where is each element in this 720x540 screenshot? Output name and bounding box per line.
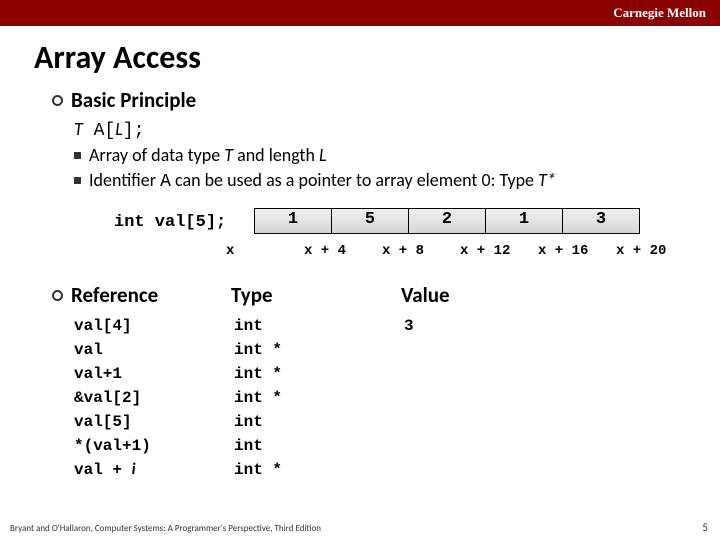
sub-bullet: Array of data type T and length L <box>74 143 676 167</box>
array-cell: 1 <box>254 208 332 234</box>
slide-content: Basic Principle T A[L]; Array of data ty… <box>0 87 720 482</box>
t: Array of data type <box>89 144 224 166</box>
col-value: 3 <box>404 314 524 482</box>
array-decl: int val[5]; <box>114 212 226 235</box>
t: val + <box>74 461 132 479</box>
column-heads: Reference Type Value <box>71 282 676 310</box>
em: L <box>319 144 327 166</box>
col-head-reference: Reference <box>71 282 231 308</box>
ref-cell: val[4] <box>74 314 234 338</box>
type-cell: int <box>234 434 404 458</box>
section-reference: Reference Type Value <box>52 282 676 310</box>
top-banner: Carnegie Mellon <box>0 0 720 26</box>
col-reference: val[4] val val+1 &val[2] val[5] *(val+1)… <box>74 314 234 482</box>
col-head-type: Type <box>231 282 401 308</box>
principle-block: T A[L]; Array of data type T and length … <box>52 117 676 274</box>
square-bullet-icon <box>74 152 81 159</box>
reference-table: val[4] val val+1 &val[2] val[5] *(val+1)… <box>52 314 676 482</box>
t: and length <box>233 144 319 166</box>
ring-bullet-icon <box>52 95 63 106</box>
reference-section: Reference Type Value val[4] val val+1 &v… <box>52 282 676 482</box>
ital-i: i <box>132 460 136 479</box>
t: can be used as a pointer to array elemen… <box>171 169 538 191</box>
square-bullet-icon <box>74 177 81 184</box>
em: T <box>224 144 233 166</box>
ref-cell: val + i <box>74 458 234 482</box>
col-head-value: Value <box>401 282 521 308</box>
ref-cell: val <box>74 338 234 362</box>
page-number: 5 <box>702 521 708 534</box>
value-cell: 3 <box>404 314 524 338</box>
type-cell: int * <box>234 362 404 386</box>
t: Identifier <box>89 169 160 191</box>
array-cell: 5 <box>331 208 409 234</box>
type-cell: int * <box>234 458 404 482</box>
section-basic-principle: Basic Principle <box>52 87 676 113</box>
footer-credit: Bryant and O'Hallaron, Computer Systems:… <box>10 523 321 534</box>
ref-cell: val[5] <box>74 410 234 434</box>
ref-cell: *(val+1) <box>74 434 234 458</box>
decl-T: T <box>74 118 83 140</box>
addr: x <box>226 242 304 261</box>
ref-cell: val+1 <box>74 362 234 386</box>
addr: x + 12 <box>460 242 538 261</box>
section-heading: Basic Principle <box>71 87 196 113</box>
addr: x + 4 <box>304 242 382 261</box>
addr: x + 16 <box>538 242 616 261</box>
array-figure: int val[5]; 1 5 2 1 3 x x + 4 x + 8 x + … <box>114 208 674 274</box>
sub-bullet-text: Identifier A can be used as a pointer to… <box>89 168 556 194</box>
array-cells: 1 5 2 1 3 <box>254 208 640 234</box>
em: T* <box>538 169 556 191</box>
slide-title: Array Access <box>0 26 720 87</box>
type-cell: int * <box>234 386 404 410</box>
brand-text: Carnegie Mellon <box>613 5 706 21</box>
type-cell: int <box>234 314 404 338</box>
code: A <box>160 172 171 192</box>
array-cell: 3 <box>562 208 640 234</box>
sub-bullet: Identifier A can be used as a pointer to… <box>74 168 676 194</box>
decl-A: A[ <box>83 121 115 141</box>
address-row: x x + 4 x + 8 x + 12 x + 16 x + 20 <box>226 242 694 261</box>
sub-bullet-text: Array of data type T and length L <box>89 143 327 167</box>
addr: x + 20 <box>616 242 694 261</box>
ref-cell: &val[2] <box>74 386 234 410</box>
decl-L: L <box>115 118 123 140</box>
type-cell: int <box>234 410 404 434</box>
ring-bullet-icon <box>52 290 63 301</box>
decl-end: ]; <box>123 121 145 141</box>
addr: x + 8 <box>382 242 460 261</box>
array-cell: 2 <box>408 208 486 234</box>
array-declaration-generic: T A[L]; <box>74 117 676 143</box>
col-type: int int * int * int * int int int * <box>234 314 404 482</box>
type-cell: int * <box>234 338 404 362</box>
array-cell: 1 <box>485 208 563 234</box>
